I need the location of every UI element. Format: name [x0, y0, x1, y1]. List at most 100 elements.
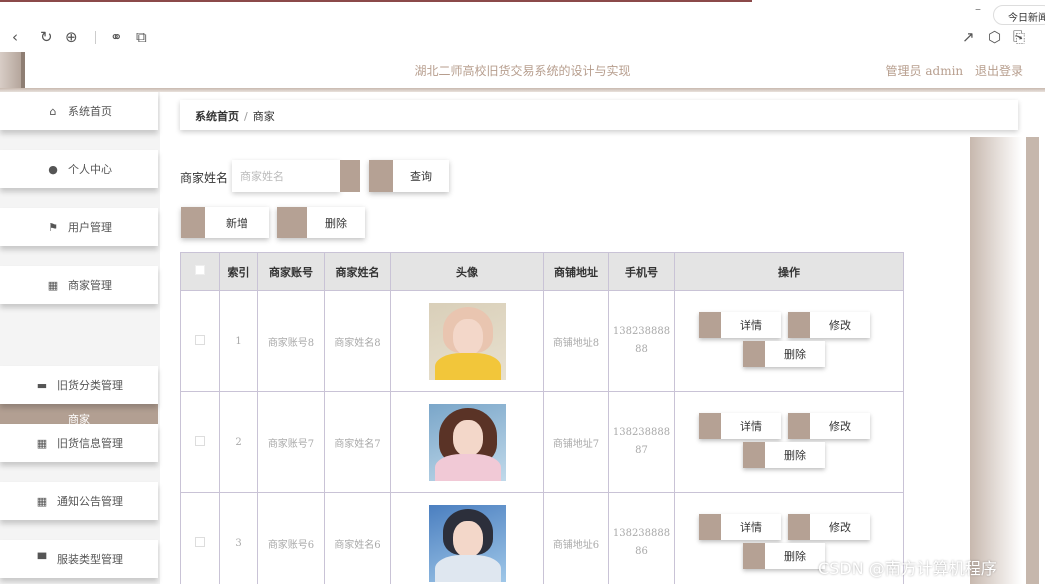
- row-actions: 详情 修改 删除: [675, 392, 903, 492]
- app-header: 湖北二师高校旧货交易系统的设计与实现 管理员 admin 退出登录: [0, 52, 1045, 88]
- right-scroll-strip[interactable]: [1026, 137, 1039, 584]
- grid-icon: ▦: [47, 278, 59, 292]
- phone-cell: 138238888 88: [608, 290, 675, 392]
- edit-button[interactable]: 修改: [788, 413, 870, 439]
- reload-icon[interactable]: ↻: [40, 28, 53, 46]
- edit-label: 修改: [829, 521, 851, 534]
- column-header: 手机号: [608, 252, 675, 291]
- browser-toolbar: ‹ ↻ ⊕ ⚭ ⧉ – 今日新闻 ↗ ⬡ ⎘: [0, 0, 1045, 52]
- detail-button[interactable]: 详情: [699, 312, 781, 338]
- add-button[interactable]: 新增: [181, 207, 269, 238]
- sidebar-item-profile[interactable]: ● 个人中心: [0, 150, 158, 188]
- sidebar-item-notice[interactable]: ▦ 通知公告管理: [0, 482, 158, 520]
- header-user-area: 管理员 admin 退出登录: [878, 62, 1023, 79]
- button-accent: [743, 341, 765, 367]
- select-all-checkbox[interactable]: [195, 265, 205, 275]
- merchant-name-input[interactable]: [232, 160, 340, 192]
- link-icon[interactable]: ⚭: [110, 28, 123, 46]
- chat-icon: ▬: [36, 378, 48, 392]
- back-icon[interactable]: ‹: [12, 28, 18, 46]
- breadcrumb-separator: /: [244, 110, 248, 123]
- detail-button[interactable]: 详情: [699, 514, 781, 540]
- detail-label: 详情: [740, 521, 762, 534]
- sidebar-item-merchants[interactable]: ▦ 商家管理: [0, 266, 158, 304]
- user-icon: ●: [48, 162, 58, 176]
- globe-icon[interactable]: ⊕: [65, 28, 78, 46]
- phone-cell: 138238888 87: [608, 391, 675, 493]
- news-tab[interactable]: 今日新闻: [993, 5, 1045, 25]
- table-row: 3 商家账号6 商家姓名6 商铺地址6 138238888 86 详情 修改 删除: [180, 492, 904, 584]
- select-all-cell[interactable]: [180, 252, 220, 291]
- sidebar-item-goods[interactable]: ▦ 旧货信息管理: [0, 424, 158, 462]
- add-button-label: 新增: [226, 216, 248, 230]
- breadcrumb-home[interactable]: 系统首页: [195, 110, 239, 123]
- admin-label: 管理员 admin: [885, 64, 964, 78]
- phone-part: 86: [635, 546, 648, 557]
- sidebar-item-label: 通知公告管理: [57, 495, 123, 508]
- batch-delete-button[interactable]: 删除: [277, 207, 365, 238]
- sidebar-item-label: 系统首页: [68, 105, 112, 118]
- sidebar-item-label: 旧货信息管理: [57, 437, 123, 450]
- sidebar-item-label: 商家管理: [68, 279, 112, 292]
- cube-icon[interactable]: ⬡: [988, 28, 1001, 46]
- edit-label: 修改: [829, 420, 851, 433]
- merchant-table: 索引 商家账号 商家姓名 头像 商铺地址 手机号 操作 1 商家账号8 商家姓名…: [180, 252, 904, 584]
- merchant-name: 商家姓名7: [324, 391, 391, 493]
- delete-button[interactable]: 删除: [743, 341, 825, 367]
- phone-cell: 138238888 86: [608, 492, 675, 584]
- button-accent: [277, 207, 307, 238]
- detail-button[interactable]: 详情: [699, 413, 781, 439]
- share-icon[interactable]: ↗: [962, 28, 975, 46]
- column-header: 头像: [390, 252, 544, 291]
- sidebar-item-label: 用户管理: [68, 221, 112, 234]
- button-accent: [181, 207, 205, 238]
- column-header: 操作: [674, 252, 904, 291]
- search-button[interactable]: 查询: [369, 160, 449, 192]
- sidebar-item-category[interactable]: ▬ 旧货分类管理: [0, 366, 158, 404]
- column-header: 商家账号: [257, 252, 325, 291]
- delete-button[interactable]: 删除: [743, 442, 825, 468]
- edit-button[interactable]: 修改: [788, 514, 870, 540]
- row-checkbox[interactable]: [195, 435, 205, 446]
- button-accent: [369, 160, 393, 192]
- row-checkbox[interactable]: [195, 536, 205, 547]
- delete-button[interactable]: 删除: [743, 543, 825, 569]
- breadcrumb-current: 商家: [252, 110, 275, 123]
- input-accent-tab: [340, 160, 360, 192]
- grid-icon: ▦: [36, 436, 48, 450]
- minimize-button[interactable]: –: [975, 2, 981, 16]
- phone-part: 87: [635, 445, 648, 456]
- button-accent: [788, 312, 810, 338]
- button-accent: [788, 514, 810, 540]
- search-label: 商家姓名: [180, 171, 229, 185]
- button-accent: [699, 312, 721, 338]
- phone-part: 138238888: [612, 326, 671, 337]
- merchant-account: 商家账号7: [257, 391, 325, 493]
- watermark: CSDN @南方计算机程序: [818, 559, 997, 578]
- browser-top-line: [0, 0, 752, 2]
- logout-link[interactable]: 退出登录: [975, 64, 1023, 78]
- sidebar-item-home[interactable]: ⌂ 系统首页: [0, 92, 158, 130]
- sidebar-item-clothing[interactable]: ▀ 服装类型管理: [0, 540, 158, 578]
- merchant-account: 商家账号6: [257, 492, 325, 584]
- column-header: 索引: [219, 252, 258, 291]
- screenshot-icon[interactable]: ⎘: [1013, 28, 1025, 46]
- edit-button[interactable]: 修改: [788, 312, 870, 338]
- row-index: 3: [219, 492, 258, 584]
- sidebar-item-users[interactable]: ⚑ 用户管理: [0, 208, 158, 246]
- table-header-row: 索引 商家账号 商家姓名 头像 商铺地址 手机号 操作: [180, 252, 904, 291]
- button-accent: [743, 543, 765, 569]
- row-actions: 详情 修改 删除: [675, 291, 903, 391]
- copy-icon[interactable]: ⧉: [136, 28, 147, 46]
- sidebar-item-label: 个人中心: [68, 163, 112, 176]
- delete-label: 删除: [784, 550, 806, 563]
- row-checkbox[interactable]: [195, 334, 205, 345]
- home-icon: ⌂: [49, 104, 57, 118]
- merchant-name: 商家姓名8: [324, 290, 391, 392]
- table-row: 1 商家账号8 商家姓名8 商铺地址8 138238888 88 详情 修改 删除: [180, 290, 904, 392]
- avatar: [428, 302, 506, 380]
- row-index: 2: [219, 391, 258, 493]
- delete-button-label: 删除: [325, 216, 347, 230]
- button-accent: [699, 514, 721, 540]
- breadcrumb: 系统首页 / 商家: [180, 100, 1018, 130]
